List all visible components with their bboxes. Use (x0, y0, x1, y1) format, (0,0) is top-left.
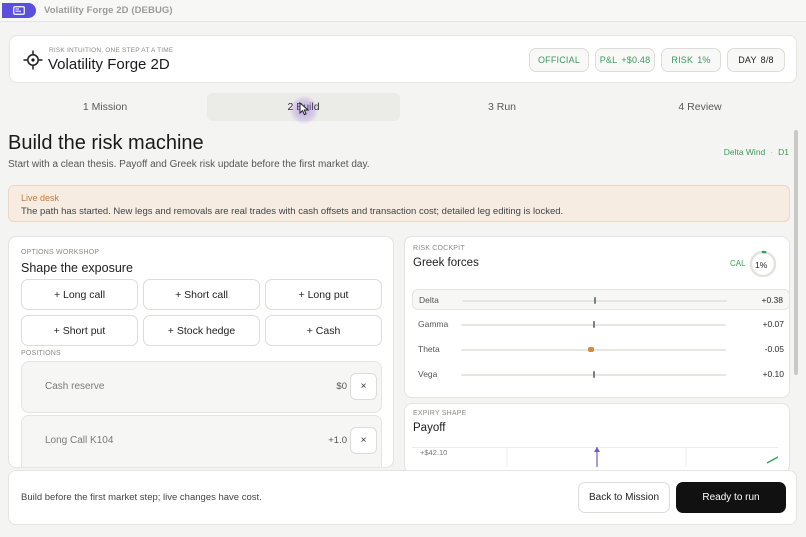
notice-text: The path has started. New legs and remov… (21, 206, 564, 217)
payoff-card: EXPIRY SHAPE Payoff +$42.10 (404, 403, 790, 473)
calibration-label: CAL (730, 259, 746, 268)
risk-kicker: RISK COCKPIT (413, 245, 465, 252)
risk-gauge-value: 1% (755, 260, 768, 270)
risk-chip-label: RISK (671, 55, 694, 65)
risk-chip: RISK 1% (661, 48, 721, 72)
greek-name: Delta (419, 295, 439, 305)
greek-marker (592, 321, 595, 328)
workshop-title: Shape the exposure (21, 261, 133, 275)
greek-table: Delta +0.38 Gamma +0.07 Theta -0.05 Vega… (412, 288, 789, 388)
pnl-chip-label: P&L (599, 55, 618, 65)
add-short-call-button[interactable]: + Short call (143, 279, 260, 310)
greek-name: Vega (418, 369, 438, 379)
greek-marker (587, 347, 594, 352)
pnl-chip: P&L +$0.48 (595, 48, 655, 72)
greek-name: Theta (418, 344, 440, 354)
greek-track (461, 371, 726, 378)
risk-cockpit-card: RISK COCKPIT Greek forces CAL 1% Delta +… (404, 236, 790, 398)
app-header: RISK INTUITION, ONE STEP AT A TIME Volat… (9, 35, 797, 83)
remove-position-button[interactable]: × (350, 427, 377, 454)
options-workshop-card: OPTIONS WORKSHOP Shape the exposure + Lo… (8, 236, 394, 468)
greek-value: +0.38 (761, 295, 783, 305)
official-chip-label: OFFICIAL (537, 55, 581, 65)
greek-row-gamma: Gamma +0.07 (412, 314, 789, 335)
workshop-kicker: OPTIONS WORKSHOP (21, 249, 100, 256)
scenario-tag: Delta Wind · D1 (724, 147, 789, 157)
greek-marker (592, 371, 595, 378)
greek-value: +0.10 (762, 369, 784, 379)
notice-title: Live desk (21, 193, 60, 203)
greek-track (461, 347, 726, 352)
scenario-separator: · (770, 147, 774, 157)
risk-chip-value: 1% (697, 55, 711, 65)
window-title: Volatility Forge 2D (DEBUG) (44, 5, 173, 16)
greek-track (461, 321, 726, 328)
live-desk-notice: Live desk The path has started. New legs… (8, 185, 790, 222)
ready-to-run-button[interactable]: Ready to run (676, 482, 786, 513)
page-subtitle: Start with a clean thesis. Payoff and Gr… (8, 159, 370, 170)
position-item-cash-reserve: Cash reserve $0 × (21, 361, 382, 413)
tab-review[interactable]: 4 Review (604, 93, 796, 121)
step-tabs: 1 Mission 2 Build 3 Run 4 Review (10, 93, 796, 121)
crosshair-logo-icon (23, 50, 43, 70)
payoff-axis-label: +$42.10 (420, 448, 448, 457)
positions-label: POSITIONS (21, 350, 61, 357)
add-short-put-button[interactable]: + Short put (21, 315, 138, 346)
payoff-title: Payoff (413, 422, 446, 434)
day-chip-value: 8/8 (760, 55, 774, 65)
scenario-name: Delta Wind (723, 147, 766, 157)
remove-position-button[interactable]: × (350, 373, 377, 400)
tab-run[interactable]: 3 Run (407, 93, 597, 121)
payoff-chart: +$42.10 (412, 447, 780, 467)
day-chip: DAY 8/8 (727, 48, 785, 72)
position-name: Long Call K104 (45, 435, 114, 446)
back-to-mission-button[interactable]: Back to Mission (578, 482, 670, 513)
position-name: Cash reserve (45, 381, 105, 392)
page-scrollbar[interactable] (794, 130, 798, 375)
greek-value: -0.05 (764, 344, 784, 354)
page-title: Build the risk machine (8, 132, 204, 154)
payoff-line (766, 456, 779, 464)
add-long-call-button[interactable]: + Long call (21, 279, 138, 310)
risk-title: Greek forces (413, 257, 479, 269)
position-value: +1.0 (328, 435, 347, 446)
greek-row-vega: Vega +0.10 (412, 364, 789, 385)
payoff-plot (412, 447, 779, 467)
position-value: $0 (336, 381, 347, 392)
position-item-long-call: Long Call K104 +1.0 × (21, 415, 382, 467)
app-title: Volatility Forge 2D (48, 56, 170, 73)
official-chip: OFFICIAL (529, 48, 589, 72)
window-icon (13, 6, 25, 15)
greek-row-delta: Delta +0.38 (412, 289, 789, 310)
header-kicker: RISK INTUITION, ONE STEP AT A TIME (49, 47, 174, 54)
greek-row-theta: Theta -0.05 (412, 339, 789, 360)
action-footer: Build before the first market step; live… (8, 470, 797, 525)
add-cash-button[interactable]: + Cash (265, 315, 382, 346)
scenario-code: D1 (778, 147, 789, 157)
add-long-put-button[interactable]: + Long put (265, 279, 382, 310)
close-icon: × (360, 381, 367, 392)
greek-value: +0.07 (762, 319, 784, 329)
greek-name: Gamma (418, 319, 449, 329)
close-icon: × (360, 435, 367, 446)
tab-mission[interactable]: 1 Mission (10, 93, 200, 121)
day-chip-label: DAY (738, 55, 757, 65)
footer-hint: Build before the first market step; live… (21, 492, 262, 503)
mouse-cursor-icon (299, 102, 310, 116)
greek-marker (593, 297, 596, 304)
pnl-chip-value: +$0.48 (621, 55, 651, 65)
greek-track (462, 297, 727, 304)
add-stock-hedge-button[interactable]: + Stock hedge (143, 315, 260, 346)
window-badge[interactable] (2, 3, 36, 18)
payoff-kicker: EXPIRY SHAPE (413, 410, 467, 417)
window-titlebar: Volatility Forge 2D (DEBUG) (0, 0, 806, 22)
